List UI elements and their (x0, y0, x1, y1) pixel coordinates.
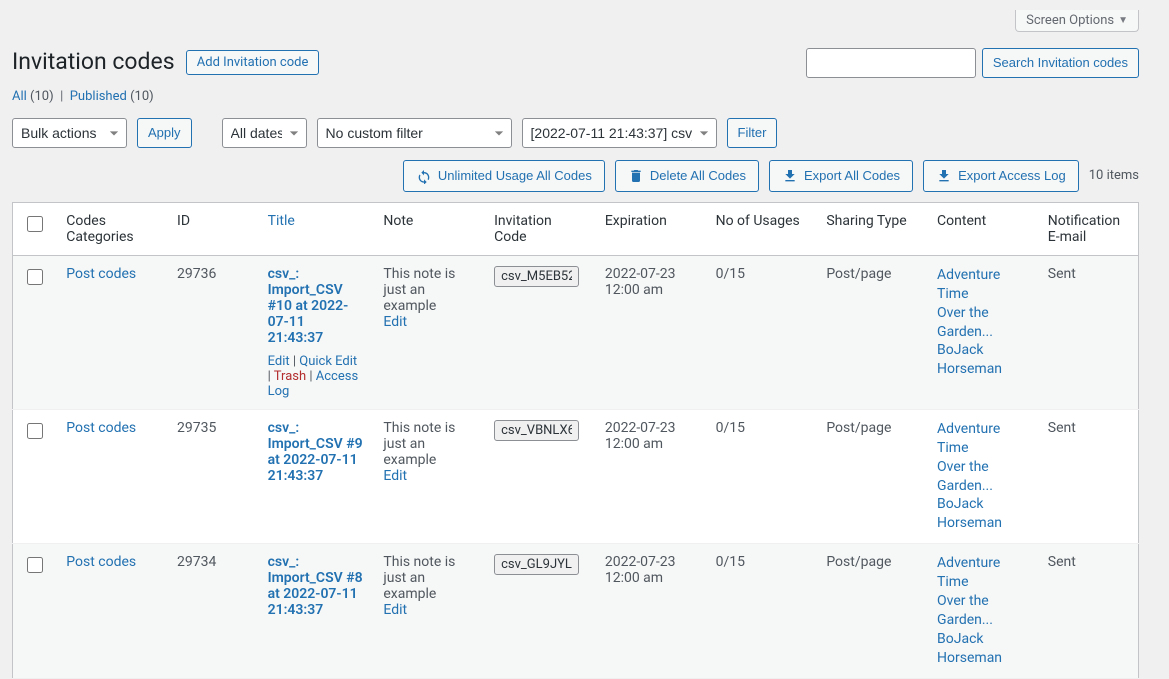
table-row: Post codes 29736 csv_: Import_CSV #10 at… (13, 255, 1139, 409)
content-link[interactable]: BoJack Horseman (937, 495, 1028, 533)
sharing-cell: Post/page (816, 544, 927, 678)
items-count: 10 items (1089, 168, 1139, 183)
sharing-cell: Post/page (816, 409, 927, 543)
content-cell: Adventure Time Over the Garden... BoJack… (927, 409, 1038, 543)
invitation-code-input[interactable] (494, 266, 579, 287)
row-id: 29734 (167, 544, 258, 678)
dates-select[interactable]: All dates (222, 118, 307, 148)
screen-options-button[interactable]: Screen Options ▼ (1015, 10, 1139, 32)
filter-all-count: (10) (30, 89, 54, 104)
expiration-cell: 2022-07-23 12:00 am (595, 409, 706, 543)
email-cell: Sent (1038, 255, 1139, 409)
delete-all-codes-button[interactable]: Delete All Codes (615, 160, 759, 192)
invitation-code-input[interactable] (494, 420, 579, 441)
refresh-icon (416, 168, 432, 184)
edit-link[interactable]: Edit (268, 354, 290, 369)
filter-published-link[interactable]: Published (70, 89, 127, 104)
content-link[interactable]: Adventure Time (937, 266, 1028, 304)
content-link[interactable]: Over the Garden... (937, 458, 1028, 496)
unlimited-usage-button[interactable]: Unlimited Usage All Codes (403, 160, 605, 192)
usages-cell: 0/15 (706, 255, 817, 409)
search-input[interactable] (806, 48, 976, 78)
content-link[interactable]: Adventure Time (937, 554, 1028, 592)
page-title: Invitation codes (12, 38, 175, 81)
row-checkbox[interactable] (27, 269, 43, 285)
content-link[interactable]: BoJack Horseman (937, 341, 1028, 379)
quick-edit-link[interactable]: Quick Edit (299, 354, 357, 369)
col-categories: Codes Categories (56, 202, 167, 255)
add-invitation-code-button[interactable]: Add Invitation code (186, 50, 320, 75)
usages-cell: 0/15 (706, 544, 817, 678)
export-access-log-button[interactable]: Export Access Log (923, 160, 1079, 192)
invitation-code-input[interactable] (494, 554, 579, 575)
col-title-sort[interactable]: Title (268, 213, 295, 229)
col-email: Notification E-mail (1038, 202, 1139, 255)
content-link[interactable]: Over the Garden... (937, 304, 1028, 342)
note-edit-link[interactable]: Edit (383, 602, 407, 618)
import-filter-select[interactable]: [2022-07-11 21:43:37] csv_: (522, 118, 717, 148)
row-id: 29735 (167, 409, 258, 543)
row-id: 29736 (167, 255, 258, 409)
filter-published-count: (10) (130, 89, 154, 104)
content-link[interactable]: Adventure Time (937, 420, 1028, 458)
title-link[interactable]: csv_: Import_CSV #9 at 2022-07-11 21:43:… (268, 420, 363, 484)
sharing-cell: Post/page (816, 255, 927, 409)
title-link[interactable]: csv_: Import_CSV #10 at 2022-07-11 21:43… (268, 266, 349, 346)
expiration-cell: 2022-07-23 12:00 am (595, 255, 706, 409)
col-sharing: Sharing Type (816, 202, 927, 255)
codes-table: Codes Categories ID Title Note Invitatio… (12, 202, 1139, 679)
col-usages: No of Usages (706, 202, 817, 255)
category-link[interactable]: Post codes (66, 266, 136, 282)
col-expiration: Expiration (595, 202, 706, 255)
usages-cell: 0/15 (706, 409, 817, 543)
table-row: Post codes 29735 csv_: Import_CSV #9 at … (13, 409, 1139, 543)
export-all-codes-button[interactable]: Export All Codes (769, 160, 913, 192)
col-code: Invitation Code (484, 202, 595, 255)
email-cell: Sent (1038, 544, 1139, 678)
col-content: Content (927, 202, 1038, 255)
trash-icon (628, 168, 644, 184)
trash-link[interactable]: Trash (274, 369, 306, 384)
col-note: Note (373, 202, 484, 255)
screen-options-label: Screen Options (1026, 13, 1114, 28)
chevron-down-icon: ▼ (1118, 15, 1128, 26)
custom-filter-select[interactable]: No custom filter (317, 118, 512, 148)
row-checkbox[interactable] (27, 557, 43, 573)
content-link[interactable]: BoJack Horseman (937, 630, 1028, 668)
note-cell: This note is just an exampleEdit (373, 544, 484, 678)
export-log-icon (936, 168, 952, 184)
status-filter-links: All (10) | Published (10) (12, 89, 1139, 104)
content-link[interactable]: Over the Garden... (937, 592, 1028, 630)
select-all-checkbox[interactable] (27, 216, 43, 232)
content-cell: Adventure Time Over the Garden... BoJack… (927, 255, 1038, 409)
row-checkbox[interactable] (27, 423, 43, 439)
email-cell: Sent (1038, 409, 1139, 543)
row-actions: Edit | Quick Edit | Trash | Access Log (268, 354, 364, 399)
col-id: ID (167, 202, 258, 255)
search-button[interactable]: Search Invitation codes (982, 48, 1139, 78)
note-edit-link[interactable]: Edit (383, 468, 407, 484)
expiration-cell: 2022-07-23 12:00 am (595, 544, 706, 678)
category-link[interactable]: Post codes (66, 420, 136, 436)
title-link[interactable]: csv_: Import_CSV #8 at 2022-07-11 21:43:… (268, 554, 363, 618)
filter-all-link[interactable]: All (12, 89, 27, 104)
note-edit-link[interactable]: Edit (383, 314, 407, 330)
table-row: Post codes 29734 csv_: Import_CSV #8 at … (13, 544, 1139, 678)
category-link[interactable]: Post codes (66, 554, 136, 570)
note-cell: This note is just an exampleEdit (373, 255, 484, 409)
apply-button[interactable]: Apply (137, 118, 192, 148)
content-cell: Adventure Time Over the Garden... BoJack… (927, 544, 1038, 678)
filter-button[interactable]: Filter (727, 118, 778, 148)
bulk-actions-select[interactable]: Bulk actions (12, 118, 127, 148)
export-icon (782, 168, 798, 184)
note-cell: This note is just an exampleEdit (373, 409, 484, 543)
